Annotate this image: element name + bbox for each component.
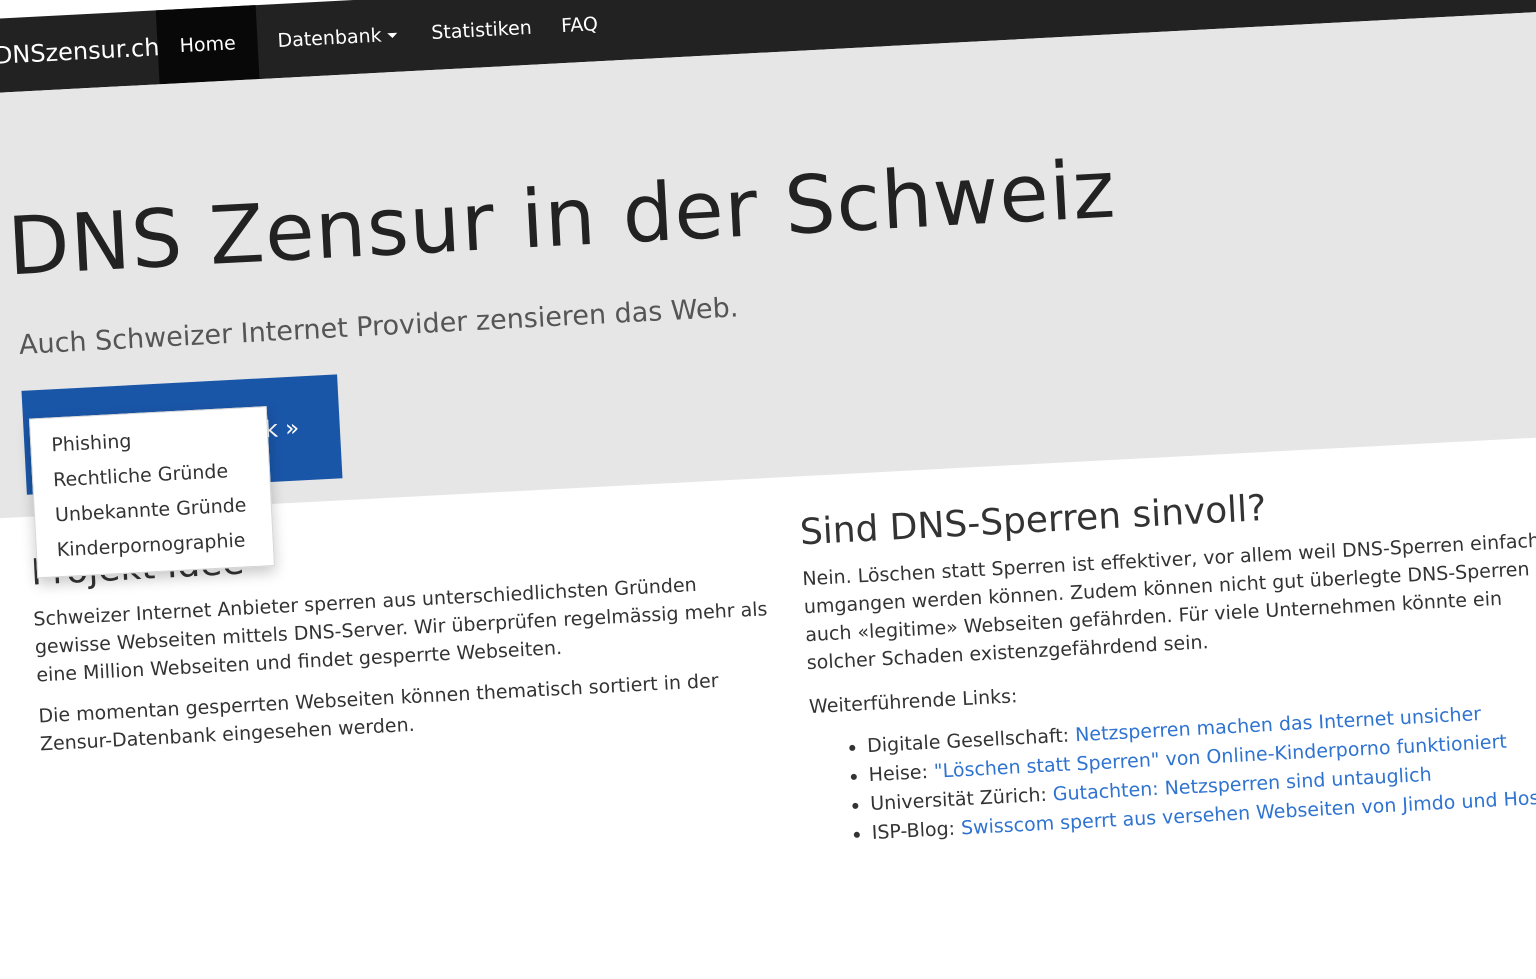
nav-statistiken[interactable]: Statistiken xyxy=(407,0,555,71)
link-source: ISP-Blog: xyxy=(871,817,956,845)
nav-datenbank[interactable]: Datenbank xyxy=(254,0,422,79)
hero-title: DNS Zensur in der Schweiz xyxy=(5,142,1118,294)
brand-logo[interactable]: DNSzensur.ch xyxy=(0,10,161,93)
nav-statistiken-label: Statistiken xyxy=(430,16,533,44)
nav-home-label: Home xyxy=(179,32,237,58)
nav-datenbank-label: Datenbank xyxy=(276,24,383,53)
page: DNSzensur.ch Home Datenbank Statistiken … xyxy=(0,0,1536,979)
nav-home[interactable]: Home xyxy=(155,5,260,85)
links-list: Digitale Gesellschaft: Netzsperren mache… xyxy=(811,695,1536,851)
caret-down-icon xyxy=(387,32,398,39)
nav-faq[interactable]: FAQ xyxy=(537,0,622,64)
dns-column: Sind DNS-Sperren sinvoll? Nein. Löschen … xyxy=(799,472,1536,851)
link-source: Heise: xyxy=(868,761,929,787)
datenbank-dropdown-menu: Phishing Rechtliche Gründe Unbekannte Gr… xyxy=(28,406,275,579)
nav-faq-label: FAQ xyxy=(560,13,599,38)
hero-subtitle: Auch Schweizer Internet Provider zensier… xyxy=(18,292,740,361)
